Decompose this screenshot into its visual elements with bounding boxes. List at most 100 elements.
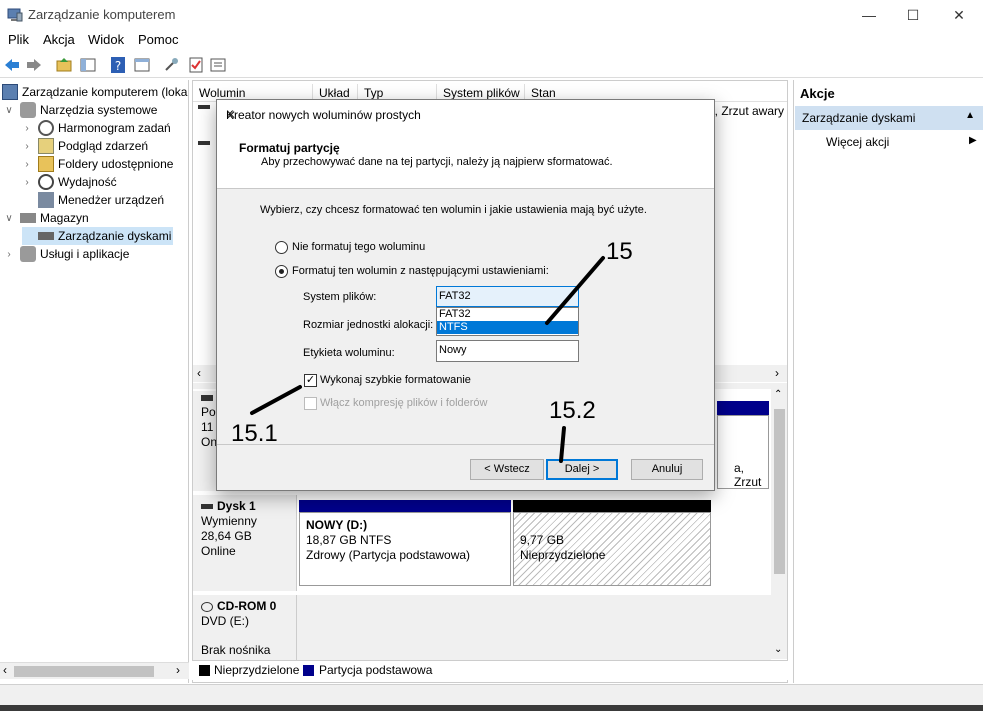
tree-item-scheduler[interactable]: › Harmonogram zadań (22, 119, 171, 137)
tree-item-label: Foldery udostępnione (58, 157, 174, 171)
computer-icon (2, 84, 18, 100)
menu-akcja[interactable]: Akcja (43, 32, 75, 47)
radio-format-label[interactable]: Formatuj ten wolumin z następującymi ust… (292, 265, 549, 277)
disk-1-type: Wymienny (201, 514, 257, 528)
tree-item-event-viewer[interactable]: › Podgląd zdarzeń (22, 137, 148, 155)
show-hide-tree-icon[interactable] (79, 56, 97, 74)
up-folder-icon[interactable] (55, 56, 73, 74)
chevron-right-icon[interactable]: › (22, 123, 32, 134)
partition-status: Nieprzydzielone (520, 548, 606, 562)
tree-horizontal-scrollbar[interactable]: ‹ › (0, 662, 189, 679)
navigation-tree: Zarządzanie komputerem (loka ∨ Narzędzia… (0, 80, 189, 683)
connect-icon[interactable] (163, 56, 181, 74)
next-button[interactable]: Dalej > (546, 459, 618, 480)
actions-section-disk-management[interactable]: Zarządzanie dyskami ▲ (795, 106, 983, 130)
menu-bar: Plik Akcja Widok Pomoc (0, 30, 983, 50)
scrollbar-thumb[interactable] (774, 409, 785, 574)
shared-folder-icon (38, 156, 54, 172)
tree-item-root[interactable]: Zarządzanie komputerem (loka (2, 83, 187, 101)
radio-no-format-label[interactable]: Nie formatuj tego woluminu (292, 241, 425, 253)
scroll-left-icon[interactable]: ‹ (3, 663, 7, 677)
close-button[interactable]: ✕ (936, 0, 982, 30)
more-actions[interactable]: Więcej akcji ▶ (826, 135, 977, 149)
cdrom-name: CD-ROM 0 (217, 599, 277, 613)
volume-label-input[interactable]: Nowy (436, 340, 579, 362)
chevron-right-icon[interactable]: › (22, 159, 32, 170)
dropdown-option-fat32[interactable]: FAT32 (437, 308, 578, 321)
maximize-button[interactable]: ☐ (890, 0, 936, 30)
legend-unallocated-swatch (199, 665, 210, 676)
event-viewer-icon (38, 138, 54, 154)
tree-item-performance[interactable]: › Wydajność (22, 173, 117, 191)
dialog-instruction: Wybierz, czy chcesz formatować ten wolum… (260, 204, 647, 216)
computer-management-icon (7, 8, 23, 22)
scroll-left-icon[interactable]: ‹ (197, 366, 201, 380)
disk-1-partitions: NOWY (D:) 18,87 GB NTFS Zdrowy (Partycja… (297, 495, 771, 591)
chevron-down-icon[interactable]: ∨ (4, 105, 14, 116)
help-icon[interactable]: ? (109, 56, 127, 74)
chevron-right-icon[interactable]: › (22, 141, 32, 152)
volume-icon (198, 105, 210, 109)
legend: Nieprzydzielone Partycja podstawowa (192, 660, 788, 680)
actions-header: Akcje (800, 86, 835, 101)
disk-1-label[interactable]: Dysk 1 Wymienny 28,64 GB Online (193, 495, 297, 591)
compression-checkbox[interactable] (304, 397, 317, 410)
scroll-right-icon[interactable]: › (176, 663, 180, 677)
properties-icon[interactable] (209, 56, 227, 74)
legend-unallocated-label: Nieprzydzielone (214, 663, 300, 677)
radio-format[interactable] (275, 265, 288, 278)
dropdown-option-ntfs[interactable]: NTFS (437, 321, 578, 334)
partition-size: 9,77 GB (520, 533, 565, 547)
partition-header-bar (717, 401, 769, 415)
back-button[interactable]: < Wstecz (470, 459, 544, 480)
storage-icon (20, 213, 36, 223)
cdrom-area (297, 595, 771, 661)
radio-no-format[interactable] (275, 241, 288, 254)
menu-widok[interactable]: Widok (88, 32, 124, 47)
partition-status-snippet: a, Zrzut (734, 461, 762, 489)
quick-format-label[interactable]: Wykonaj szybkie formatowanie (320, 374, 471, 386)
cdrom-drive: DVD (E:) (201, 614, 249, 628)
tree-item-device-manager[interactable]: Menedżer urządzeń (22, 191, 164, 209)
cdrom-icon (201, 601, 213, 612)
tree-item-shared-folders[interactable]: › Foldery udostępnione (22, 155, 173, 173)
legend-primary-swatch (303, 665, 314, 676)
disk-1-name: Dysk 1 (217, 499, 256, 513)
checklist-icon[interactable] (187, 56, 205, 74)
cdrom-label[interactable]: CD-ROM 0 DVD (E:) Brak nośnika (193, 595, 297, 661)
partition-name: NOWY (D:) (306, 518, 368, 532)
scroll-down-icon[interactable]: ⌄ (774, 644, 782, 655)
partition-nowy[interactable]: NOWY (D:) 18,87 GB NTFS Zdrowy (Partycja… (299, 512, 511, 586)
properties-view-icon[interactable] (133, 56, 151, 74)
dialog-header: Formatuj partycję Aby przechowywać dane … (217, 131, 714, 189)
quick-format-checkbox[interactable]: ✓ (304, 374, 317, 387)
cancel-button[interactable]: Anuluj (631, 459, 703, 480)
partition-unallocated[interactable]: 9,77 GB Nieprzydzielone (513, 512, 711, 586)
menu-pomoc[interactable]: Pomoc (138, 32, 178, 47)
performance-icon (38, 174, 54, 190)
tree-item-disk-management[interactable]: Zarządzanie dyskami (22, 227, 174, 245)
scrollbar-thumb[interactable] (14, 666, 154, 677)
disk-view-vertical-scrollbar[interactable]: ⌃ ⌄ (771, 389, 787, 659)
title-bar: Zarządzanie komputerem — ☐ ✕ (0, 0, 983, 30)
forward-arrow-icon[interactable] (25, 56, 43, 74)
minimize-button[interactable]: — (846, 0, 892, 30)
chevron-right-icon[interactable]: › (4, 249, 14, 260)
collapse-icon[interactable]: ▲ (965, 110, 975, 121)
tree-item-storage[interactable]: ∨ Magazyn (4, 209, 88, 227)
close-icon[interactable]: ✕ (226, 108, 706, 122)
chevron-down-icon[interactable]: ∨ (4, 213, 14, 224)
chevron-right-icon[interactable]: › (22, 177, 32, 188)
scroll-right-icon[interactable]: › (775, 366, 779, 380)
back-arrow-icon[interactable] (3, 56, 21, 74)
volume-status-snippet: a, Zrzut awary (708, 104, 785, 118)
disk-icon (201, 395, 213, 401)
actions-pane: Akcje Zarządzanie dyskami ▲ Więcej akcji… (793, 80, 983, 683)
menu-plik[interactable]: Plik (8, 32, 29, 47)
tree-item-services[interactable]: › Usługi i aplikacje (4, 245, 129, 263)
scroll-up-icon[interactable]: ⌃ (774, 389, 782, 400)
clock-icon (38, 120, 54, 136)
tree-item-system-tools[interactable]: ∨ Narzędzia systemowe (4, 101, 157, 119)
filesystem-select[interactable]: FAT32 (436, 286, 579, 307)
services-icon (20, 246, 36, 262)
